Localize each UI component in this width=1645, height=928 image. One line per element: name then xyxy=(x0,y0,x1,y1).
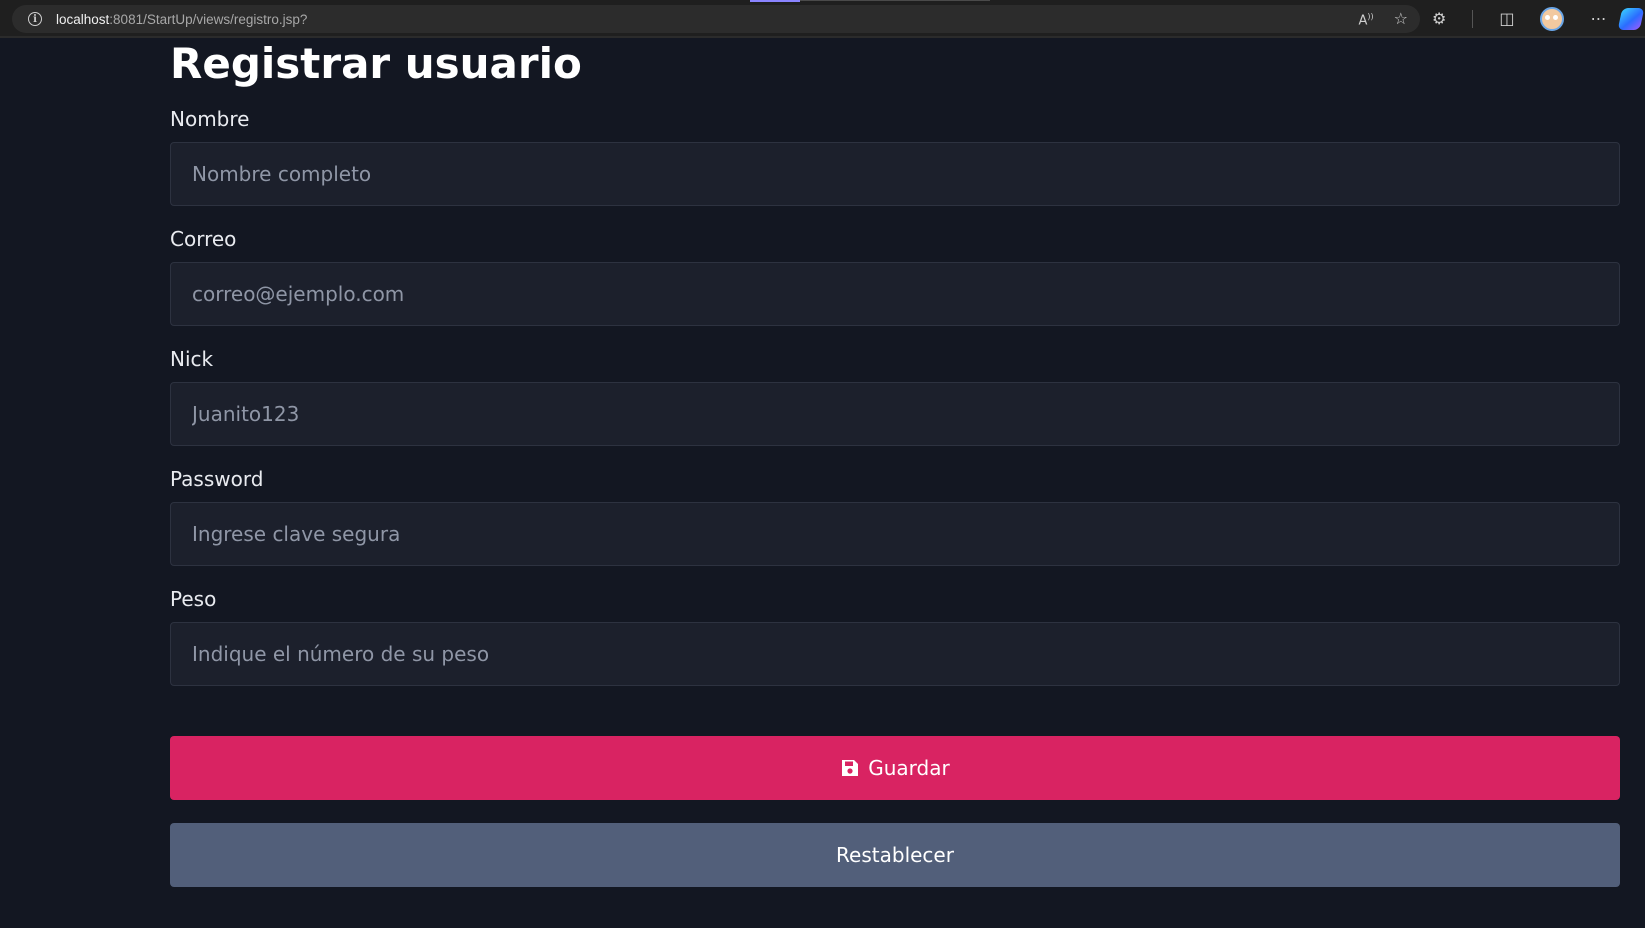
label-nombre: Nombre xyxy=(170,107,250,131)
split-screen-icon[interactable]: ◫ xyxy=(1499,11,1514,27)
browser-toolbar: i localhost:8081/StartUp/views/registro.… xyxy=(0,0,1645,38)
field-nick: Nick xyxy=(170,346,1620,446)
reset-button-label: Restablecer xyxy=(836,843,954,867)
label-nick: Nick xyxy=(170,347,214,371)
profile-avatar[interactable] xyxy=(1540,7,1565,31)
password-input[interactable] xyxy=(170,502,1620,566)
field-password: Password xyxy=(170,466,1620,566)
favorite-star-icon[interactable]: ☆ xyxy=(1394,11,1408,27)
page-title: Registrar usuario xyxy=(170,39,582,88)
label-password: Password xyxy=(170,467,264,491)
floppy-disk-icon xyxy=(842,760,859,776)
address-bar[interactable]: i localhost:8081/StartUp/views/registro.… xyxy=(12,5,1420,33)
site-info-icon[interactable]: i xyxy=(28,12,42,26)
tab-strip-edge xyxy=(800,0,990,1)
field-peso: Peso xyxy=(170,586,1620,686)
peso-input[interactable] xyxy=(170,622,1620,686)
url-text[interactable]: localhost:8081/StartUp/views/registro.js… xyxy=(56,12,307,27)
nick-input[interactable] xyxy=(170,382,1620,446)
read-aloud-icon[interactable]: A)) xyxy=(1359,9,1374,29)
url-path: :8081/StartUp/views/registro.jsp? xyxy=(109,11,308,27)
active-tab-indicator xyxy=(750,0,800,2)
toolbar-divider xyxy=(1472,10,1474,28)
nombre-input[interactable] xyxy=(170,142,1620,206)
url-host: localhost xyxy=(56,11,110,27)
reset-button[interactable]: Restablecer xyxy=(170,823,1620,887)
copilot-icon[interactable] xyxy=(1617,8,1645,30)
label-peso: Peso xyxy=(170,587,217,611)
more-options-icon[interactable]: ⋯ xyxy=(1590,11,1606,27)
save-button[interactable]: Guardar xyxy=(170,736,1620,800)
field-nombre: Nombre xyxy=(170,106,1620,206)
correo-input[interactable] xyxy=(170,262,1620,326)
save-button-label: Guardar xyxy=(868,756,950,780)
field-correo: Correo xyxy=(170,226,1620,326)
label-correo: Correo xyxy=(170,227,237,251)
extensions-icon[interactable]: ⚙ xyxy=(1432,11,1446,27)
